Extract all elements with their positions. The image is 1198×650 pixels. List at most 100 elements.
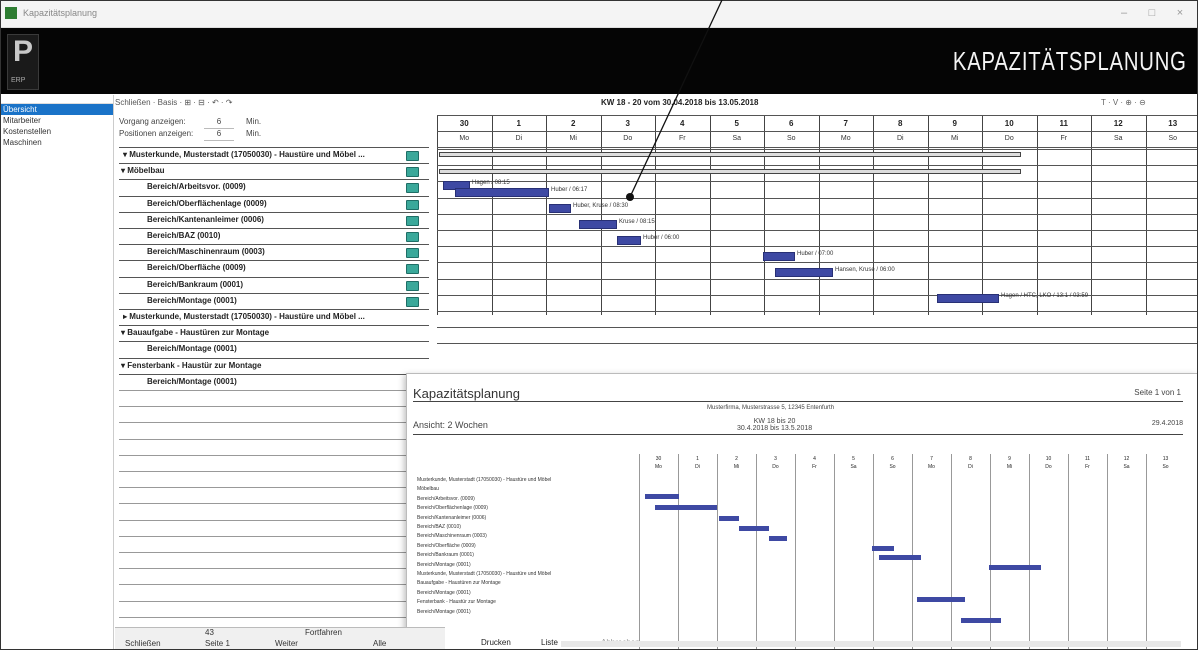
summary-bar[interactable] — [439, 152, 1021, 157]
task-detail-icon[interactable] — [406, 264, 419, 275]
task-row[interactable]: Bereich/Montage (0001) — [119, 373, 429, 390]
task-row[interactable]: ▸ Musterkunde, Musterstadt (17050030) - … — [119, 309, 429, 325]
task-detail-icon[interactable] — [406, 296, 419, 307]
preview-day-number: 9 — [1008, 456, 1011, 462]
task-bar-label: Huber, Kruse / 08:30 — [573, 203, 629, 209]
task-row[interactable]: Bereich/Oberfläche (0009) — [119, 260, 429, 276]
task-detail-icon[interactable] — [406, 280, 419, 291]
task-row[interactable] — [119, 519, 429, 536]
fit-label[interactable]: Fortfahren — [305, 628, 342, 637]
row-line — [437, 197, 1197, 199]
task-row[interactable] — [119, 584, 429, 600]
task-row[interactable] — [119, 422, 429, 438]
task-list: ▾ Musterkunde, Musterstadt (17050030) - … — [119, 147, 429, 634]
task-row[interactable]: Bereich/Maschinenraum (0003) — [119, 244, 429, 260]
task-row[interactable] — [119, 600, 429, 617]
task-detail-icon[interactable] — [406, 151, 419, 161]
task-bar[interactable] — [775, 268, 833, 277]
logo-letter: P — [13, 35, 34, 68]
sidebar-item-cost-centers[interactable]: Kostenstellen — [1, 126, 113, 137]
option-input[interactable]: 6 — [204, 128, 234, 141]
task-row[interactable] — [119, 454, 429, 471]
task-detail-icon[interactable] — [406, 183, 419, 194]
task-row[interactable] — [119, 568, 429, 584]
window-title: Kapazitätsplanung — [23, 8, 98, 18]
weekday-label: Di — [896, 135, 904, 142]
day-number: 12 — [1113, 119, 1123, 128]
minimize-button[interactable]: – — [1111, 5, 1137, 21]
preview-task-row: Bereich/Bankraum (0001) — [417, 552, 474, 559]
task-row[interactable]: ▾ Möbelbau — [119, 163, 429, 179]
maximize-button[interactable]: □ — [1139, 5, 1165, 21]
preview-task-row: Musterkunde, Musterstadt (17050030) - Ha… — [417, 477, 552, 483]
task-row[interactable] — [119, 487, 429, 503]
task-row[interactable] — [119, 552, 429, 568]
task-row[interactable]: Bereich/Kantenanleimer (0006) — [119, 211, 429, 228]
summary-bar[interactable] — [439, 169, 1021, 174]
task-row[interactable] — [119, 406, 429, 422]
view-controls[interactable]: T · V · ⊕ · ⊖ — [1101, 98, 1146, 107]
zoom-value[interactable]: 43 — [205, 628, 214, 637]
task-bar[interactable] — [579, 220, 617, 229]
option-unit: Min. — [246, 117, 262, 126]
weekday-label: Mo — [459, 135, 470, 142]
day-number: 5 — [734, 119, 739, 128]
task-row[interactable]: Bereich/Montage (0001) — [119, 341, 429, 357]
day-number: 8 — [898, 119, 903, 128]
task-bar[interactable] — [455, 188, 549, 197]
task-row[interactable]: ▾ Bauaufgabe - Haustüren zur Montage — [119, 325, 429, 341]
preview-day-column — [639, 454, 640, 649]
sidebar-item-overview[interactable]: Übersicht — [1, 104, 113, 115]
task-row[interactable] — [119, 390, 429, 406]
task-detail-icon[interactable] — [406, 232, 419, 242]
day-number: 13 — [1168, 119, 1178, 128]
tab-list[interactable]: Liste — [541, 638, 558, 647]
task-bar[interactable] — [763, 252, 795, 261]
close-button[interactable]: × — [1167, 5, 1193, 21]
weekday-label: So — [1168, 135, 1178, 142]
scrollbar[interactable] — [561, 641, 1181, 647]
task-row[interactable]: Bereich/BAZ (0010) — [119, 228, 429, 244]
preview-day-number: 2 — [735, 456, 738, 462]
task-detail-icon[interactable] — [406, 199, 419, 210]
weekday-label: Fr — [678, 135, 686, 142]
task-row[interactable] — [119, 471, 429, 487]
sidebar-item-employees[interactable]: Mitarbeiter — [1, 115, 113, 126]
preview-task-row: Bereich/Montage (0001) — [417, 589, 471, 596]
tab-close[interactable]: Schließen — [125, 639, 161, 648]
task-row[interactable] — [119, 503, 429, 519]
preview-day-number: 10 — [1045, 456, 1052, 462]
task-bar[interactable] — [937, 294, 999, 303]
preview-weekday: Mo — [655, 464, 662, 470]
task-row[interactable]: Bereich/Bankraum (0001) — [119, 276, 429, 293]
task-row[interactable]: ▾ Fensterbank - Haustür zur Montage — [119, 357, 429, 374]
task-detail-icon[interactable] — [406, 167, 419, 178]
task-row[interactable]: ▾ Musterkunde, Musterstadt (17050030) - … — [119, 147, 429, 163]
task-bar[interactable] — [549, 204, 571, 213]
preview-weekday: Fr — [1085, 464, 1090, 470]
tab-print[interactable]: Drucken — [481, 638, 511, 647]
tab-page[interactable]: Seite 1 — [205, 639, 230, 648]
preview-task-bar — [739, 526, 769, 531]
task-row[interactable]: Bereich/Oberflächenlage (0009) — [119, 195, 429, 212]
task-row[interactable]: Bereich/Arbeitsvor. (0009) — [119, 179, 429, 195]
task-bar[interactable] — [617, 236, 641, 245]
task-row[interactable] — [119, 438, 429, 455]
preview-weekday: Di — [968, 464, 973, 470]
row-line — [437, 246, 1197, 248]
task-row[interactable] — [119, 535, 429, 552]
row-line — [437, 213, 1197, 215]
task-detail-icon[interactable] — [406, 248, 419, 259]
tab-all[interactable]: Alle — [373, 639, 386, 648]
task-bar-label: Huber / 07:00 — [797, 251, 834, 257]
sidebar-item-machines[interactable]: Maschinen — [1, 137, 113, 148]
toolbar[interactable]: Schließen · Basis · ⊞ · ⊟ · ↶ · ↷ — [115, 98, 435, 110]
preview-day-column — [1068, 454, 1069, 649]
task-row[interactable]: Bereich/Montage (0001) — [119, 292, 429, 309]
task-detail-icon[interactable] — [406, 215, 419, 226]
preview-day-number: 12 — [1123, 456, 1130, 462]
weekday-label: Mi — [951, 135, 959, 142]
preview-day-number: 7 — [930, 456, 933, 462]
day-column — [709, 115, 711, 315]
tab-next[interactable]: Weiter — [275, 639, 298, 648]
